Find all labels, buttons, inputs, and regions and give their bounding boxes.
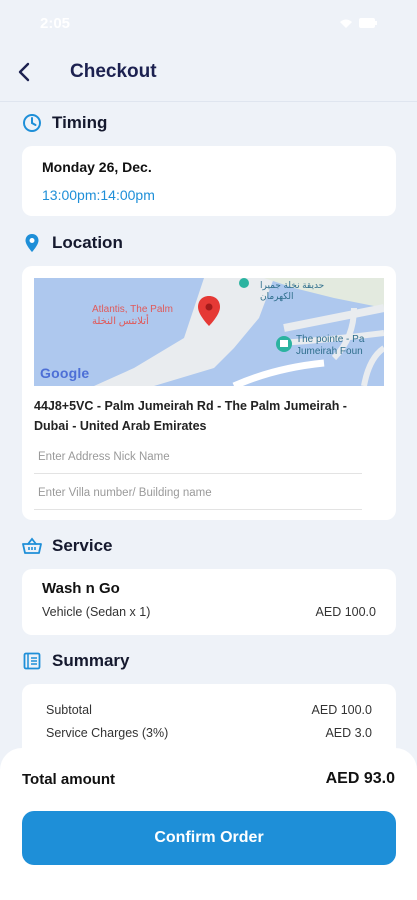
confirm-order-button[interactable]: Confirm Order: [22, 811, 396, 865]
subtotal-label: Subtotal: [46, 703, 92, 717]
status-bar: 2:05: [0, 0, 417, 46]
status-time: 2:05: [40, 14, 71, 32]
wifi-icon: [340, 19, 352, 28]
service-charges-row: Service Charges (3%) AED 3.0: [46, 726, 372, 740]
basket-icon: [22, 536, 42, 556]
map-view[interactable]: حديقة نخلة جميرا الكهرمان Atlantis, The …: [34, 278, 384, 386]
map-label-atlantis: Atlantis, The Palm أتلانتس النخلة: [92, 304, 173, 327]
subtotal-value: AED 100.0: [311, 703, 372, 717]
timing-section-header: Timing: [22, 113, 107, 133]
service-price: AED 100.0: [315, 605, 376, 619]
map-label-arabic-top: حديقة نخلة جميرا الكهرمان: [260, 280, 325, 301]
checkout-footer: Total amount AED 93.0 Confirm Order: [0, 748, 417, 900]
address-nickname-input[interactable]: [34, 440, 362, 474]
timing-heading: Timing: [52, 113, 108, 132]
status-icons: [339, 18, 377, 29]
location-heading: Location: [52, 233, 123, 252]
total-row: Total amount AED 93.0: [22, 770, 395, 788]
service-line: Vehicle (Sedan x 1) AED 100.0: [42, 605, 376, 619]
service-charges-label: Service Charges (3%): [46, 726, 169, 740]
clock-icon: [22, 113, 42, 133]
back-button[interactable]: [10, 58, 38, 86]
service-vehicle: Vehicle (Sedan x 1): [42, 605, 151, 619]
timing-card[interactable]: Monday 26, Dec. 13:00pm:14:00pm: [22, 146, 396, 216]
map-label-pointe: The pointe - Pa Jumeirah Foun: [296, 334, 365, 357]
location-section-header: Location: [22, 233, 123, 253]
summary-section-header: Summary: [22, 651, 129, 671]
timing-date: Monday 26, Dec.: [42, 159, 152, 175]
service-name: Wash n Go: [42, 580, 120, 597]
timing-slot: 13:00pm:14:00pm: [42, 187, 155, 203]
page-title: Checkout: [70, 61, 157, 82]
battery-icon: [359, 18, 377, 28]
villa-number-input[interactable]: [34, 476, 362, 510]
location-card: حديقة نخلة جميرا الكهرمان Atlantis, The …: [22, 266, 396, 520]
location-pin-icon: [22, 233, 42, 253]
total-value: AED 93.0: [325, 770, 395, 787]
receipt-icon: [22, 651, 42, 671]
chevron-left-icon: [18, 62, 30, 82]
app-header: Checkout: [0, 46, 417, 102]
service-charges-value: AED 3.0: [325, 726, 372, 740]
google-logo: Google: [40, 365, 90, 381]
total-label: Total amount: [22, 770, 116, 788]
service-heading: Service: [52, 536, 113, 555]
subtotal-row: Subtotal AED 100.0: [46, 703, 372, 717]
service-section-header: Service: [22, 536, 113, 556]
address-text: 44J8+5VC - Palm Jumeirah Rd - The Palm J…: [34, 399, 347, 433]
service-card: Wash n Go Vehicle (Sedan x 1) AED 100.0: [22, 569, 396, 635]
summary-heading: Summary: [52, 651, 130, 670]
